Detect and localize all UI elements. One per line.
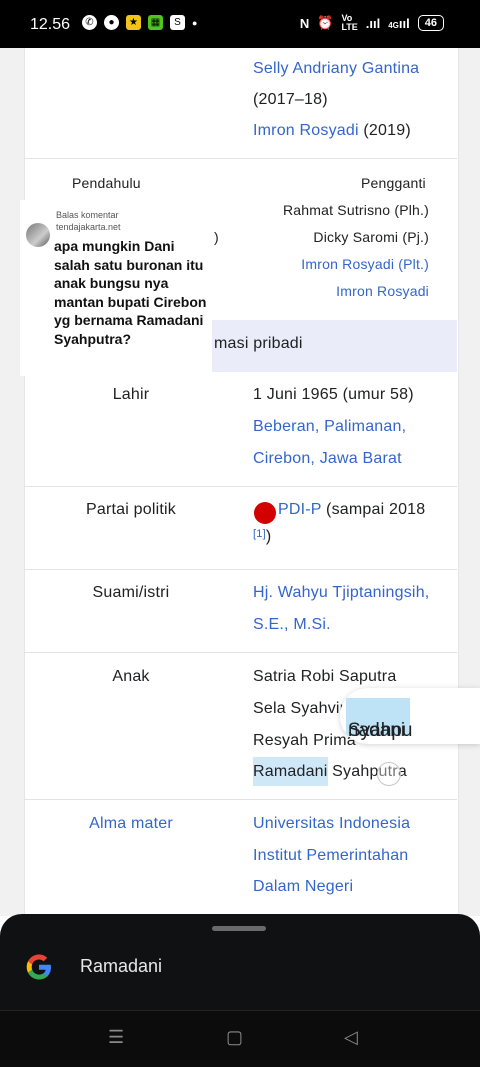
children-label: Anak <box>112 668 150 685</box>
officeholder-link[interactable]: Selly Andriany Gantina <box>253 60 419 78</box>
reference-link[interactable]: [1] <box>253 528 266 540</box>
selection-handle[interactable] <box>377 762 401 786</box>
child-item: Satria Robi Saputra <box>253 668 397 685</box>
signal-icon: .ııl <box>365 15 381 31</box>
predecessor-fragment: ) <box>214 229 219 245</box>
alarm-icon: ⏰ <box>317 15 334 30</box>
status-bar: 12.56 ✆ ● ★ ▦ S ● N ⏰ Vo LTE .ııl 4Gııl 4… <box>0 0 480 48</box>
alma-mater-label-link[interactable]: Alma mater <box>31 815 231 833</box>
nfc-icon: N <box>299 15 310 31</box>
chat-icon: ● <box>104 15 119 30</box>
search-bottom-sheet[interactable]: Ramadani <box>0 914 480 1010</box>
party-link[interactable]: PDI-P <box>278 501 321 518</box>
web-page[interactable]: Selly Andriany Gantina (2017–18) Imron R… <box>0 48 480 916</box>
officeholder-entry: Imron Rosyadi (2019) <box>253 122 411 139</box>
reply-comment-overlay: Balas komentar tendajakarta.net apa mung… <box>20 200 212 376</box>
search-query[interactable]: Ramadani <box>80 956 162 977</box>
row-divider <box>24 799 457 800</box>
birth-place-link[interactable]: Beberan, Palimanan, <box>253 418 406 436</box>
game-app-icon: ★ <box>126 15 141 30</box>
status-time: 12.56 <box>30 16 71 33</box>
store-app-icon: ▦ <box>148 15 163 30</box>
whatsapp-icon: ✆ <box>82 15 97 30</box>
alma-mater-link[interactable]: Dalam Negeri <box>253 878 353 896</box>
avatar <box>26 223 50 247</box>
system-icons: N ⏰ Vo LTE .ııl 4Gııl 46 <box>300 14 444 32</box>
comment-source: Balas komentar tendajakarta.net <box>56 210 121 232</box>
successor-item: Rahmat Sutrisno (Plh.) <box>282 202 429 218</box>
text-magnifier: nadani Syahpu <box>340 688 480 744</box>
row-divider <box>24 569 457 570</box>
row-divider <box>24 158 457 159</box>
shopping-bag-icon: S <box>170 15 185 30</box>
successor-link[interactable]: Imron Rosyadi (Plt.) <box>301 256 429 272</box>
child-item: Resyah Prima <box>253 732 356 749</box>
section-header-title: masi pribadi <box>214 335 303 352</box>
volte-icon: Vo LTE <box>341 13 358 32</box>
successor-label: Pengganti <box>361 175 426 191</box>
back-icon[interactable]: ◁ <box>344 1027 358 1048</box>
successor-item: Dicky Saromi (Pj.) <box>313 229 429 245</box>
born-label: Lahir <box>112 386 150 403</box>
home-icon[interactable]: ▢ <box>226 1027 243 1048</box>
sheet-drag-handle[interactable] <box>212 926 266 931</box>
birth-place-link[interactable]: Cirebon, Jawa Barat <box>253 450 402 468</box>
spouse-link[interactable]: Hj. Wahyu Tjiptaningsih, <box>253 584 429 602</box>
successor-link[interactable]: Imron Rosyadi <box>336 283 429 299</box>
party-logo-icon <box>254 502 276 524</box>
birth-date: 1 Juni 1965 (umur 58) <box>253 386 414 403</box>
battery-icon: 46 <box>417 15 444 31</box>
text-selection[interactable]: Ramadani <box>253 757 328 786</box>
google-logo-icon <box>26 954 51 980</box>
party-label: Partai politik <box>86 501 176 518</box>
system-nav-bar: ☰ ▢ ◁ <box>0 1010 480 1067</box>
spouse-link[interactable]: S.E., M.Si. <box>253 616 331 634</box>
row-divider <box>24 486 457 487</box>
officeholder-link[interactable]: Imron Rosyadi <box>253 122 359 139</box>
comment-text: apa mungkin Dani salah satu buronan itu … <box>54 238 207 347</box>
child-item: Sela Syahvir <box>253 700 346 717</box>
party-value: PDI-P (sampai 2018 <box>278 501 426 518</box>
notification-icons: ✆ ● ★ ▦ S ● <box>82 15 197 30</box>
term-years: (2017–18) <box>253 91 328 108</box>
menu-icon[interactable]: ☰ <box>108 1027 124 1048</box>
spouse-label: Suami/istri <box>92 584 170 601</box>
alma-mater-link[interactable]: Universitas Indonesia <box>253 815 410 833</box>
row-divider <box>24 652 457 653</box>
more-notifications-icon: ● <box>192 17 198 28</box>
party-ref-line: [1]) <box>253 528 272 545</box>
network-4g-icon: 4Gııl <box>388 15 410 31</box>
predecessor-label: Pendahulu <box>72 175 141 191</box>
alma-mater-link[interactable]: Institut Pemerintahan <box>253 847 408 865</box>
